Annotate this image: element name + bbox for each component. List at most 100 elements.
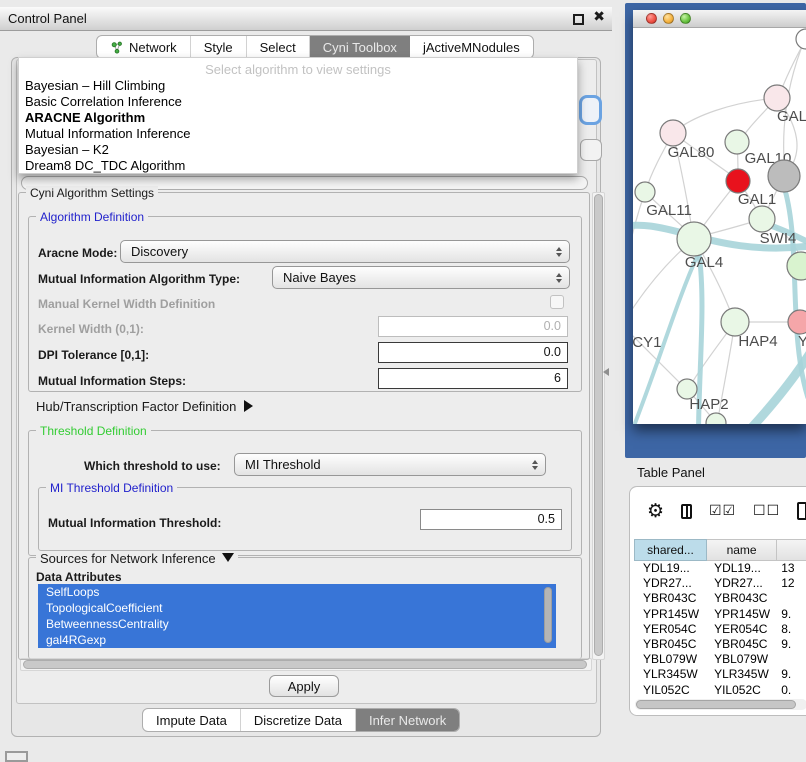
column-header[interactable]: name	[707, 539, 777, 561]
mi-type-label: Mutual Information Algorithm Type:	[38, 272, 240, 286]
network-window-titlebar[interactable]	[633, 10, 806, 28]
algorithm-option[interactable]: Bayesian – Hill Climbing	[19, 78, 577, 94]
attribute-list-item[interactable]: TopologicalCoefficient	[38, 600, 556, 616]
zoom-traffic-light-icon[interactable]	[680, 13, 691, 24]
vscroll-thumb[interactable]	[594, 194, 603, 656]
table-row[interactable]: YBL079WYBL079W	[634, 652, 806, 667]
algorithm-option[interactable]: Dream8 DC_TDC Algorithm	[19, 158, 577, 174]
table-cell: YBR043C	[634, 591, 707, 606]
node-swi4[interactable]	[787, 252, 806, 280]
deselect-all-checkboxes-icon[interactable]: ☐☐	[753, 503, 780, 519]
expand-right-icon	[244, 400, 253, 412]
node-swi4-label: SWI4	[760, 230, 797, 247]
network-edge[interactable]	[633, 192, 645, 322]
attribute-list-item[interactable]: BetweennessCentrality	[38, 616, 556, 632]
node-hap2-label: HAP2	[689, 396, 728, 413]
table-cell: YIL052C	[634, 683, 707, 698]
tab-style[interactable]: Style	[191, 36, 247, 58]
table-panel: ⚙ ☑☑ ☐☐ shared...name YDL19...YDL19...13…	[629, 486, 806, 716]
float-window-icon[interactable]	[573, 14, 584, 25]
node-gray[interactable]	[768, 160, 800, 192]
tab-network[interactable]: Network	[97, 36, 191, 58]
table-cell: YBL079W	[707, 652, 777, 667]
column-layout-icon[interactable]	[681, 504, 692, 519]
manual-kernel-label: Manual Kernel Width Definition	[38, 297, 215, 311]
collapsed-panel-box[interactable]	[5, 751, 28, 762]
table-cell: 9.	[777, 607, 806, 622]
algorithm-option[interactable]: ARACNE Algorithm	[19, 110, 577, 126]
threshold-definition-title: Threshold Definition	[36, 424, 151, 438]
hub-tf-definition-toggle[interactable]: Hub/Transcription Factor Definition	[36, 399, 253, 414]
network-edge-highlighted[interactable]	[744, 350, 806, 424]
settings-gear-icon[interactable]: ⚙	[647, 500, 664, 522]
table-row[interactable]: YDL19...YDL19...13	[634, 561, 806, 576]
node-gal11[interactable]	[635, 182, 655, 202]
table-row[interactable]: YDR27...YDR27...12	[634, 576, 806, 591]
dpi-tolerance-label: DPI Tolerance [0,1]:	[38, 348, 149, 362]
attributes-list-scrollbar[interactable]	[544, 587, 552, 643]
node-gal80[interactable]	[660, 120, 686, 146]
select-all-checkboxes-icon[interactable]: ☑☑	[709, 503, 736, 519]
table-row[interactable]: YLR345WYLR345W9.	[634, 667, 806, 682]
algorithm-option[interactable]: Basic Correlation Inference	[19, 94, 577, 110]
table-row[interactable]: YPR145WYPR145W9.	[634, 607, 806, 622]
table-cell: YLR345W	[634, 667, 707, 682]
network-canvas[interactable]: GALGAL80GAL10GAL11GAL1SWI4GAL4GCY1HAP4YH…	[633, 28, 806, 424]
attribute-list-item[interactable]: SelfLoops	[38, 584, 556, 600]
table-cell: 12	[777, 576, 806, 591]
hscroll-thumb[interactable]	[23, 660, 587, 669]
table-row[interactable]: YBR045CYBR045C9.	[634, 637, 806, 652]
table-cell: 8.	[777, 622, 806, 637]
attribute-list-item[interactable]: gal4RGexp	[38, 632, 556, 648]
table-hscroll-thumb[interactable]	[636, 700, 796, 709]
apply-button[interactable]: Apply	[269, 675, 339, 697]
minimize-traffic-light-icon[interactable]	[663, 13, 674, 24]
kernel-width-field: 0.0	[378, 316, 568, 337]
table-cell: 13	[777, 561, 806, 576]
table-cell: YBL079W	[634, 652, 707, 667]
manual-kernel-checkbox[interactable]	[550, 295, 564, 309]
tab-cyni-toolbox[interactable]: Cyni Toolbox	[310, 36, 410, 58]
kernel-width-label: Kernel Width (0,1):	[38, 322, 144, 336]
table-panel-title: Table Panel	[637, 465, 705, 480]
algorithm-definition-title: Algorithm Definition	[36, 210, 148, 224]
settings-vertical-scrollbar[interactable]	[592, 192, 605, 660]
sources-toggle[interactable]: Sources for Network Inference	[36, 551, 238, 566]
table-horizontal-scrollbar[interactable]	[635, 699, 806, 710]
which-threshold-combo[interactable]: MI Threshold	[234, 453, 546, 476]
algorithm-dropdown-placeholder: Select algorithm to view settings	[19, 58, 577, 78]
tab-impute-data[interactable]: Impute Data	[143, 709, 241, 731]
document-icon[interactable]	[797, 502, 806, 520]
algorithm-option[interactable]: Mutual Information Inference	[19, 126, 577, 142]
column-header[interactable]: shared...	[634, 539, 707, 561]
mi-threshold-field[interactable]: 0.5	[420, 509, 562, 530]
data-attributes-list[interactable]: SelfLoopsTopologicalCoefficientBetweenne…	[38, 584, 556, 654]
dpi-tolerance-field[interactable]: 0.0	[378, 342, 568, 363]
node-gal4[interactable]	[677, 222, 711, 256]
node-hap4[interactable]	[721, 308, 749, 336]
tab-jactivemnodules[interactable]: jActiveMNodules	[410, 36, 533, 58]
aracne-mode-combo[interactable]: Discovery	[120, 240, 570, 263]
close-traffic-light-icon[interactable]	[646, 13, 657, 24]
close-window-icon[interactable]: ✖	[593, 9, 605, 25]
collapse-down-icon	[222, 553, 234, 562]
algorithm-dropdown: Select algorithm to view settings Bayesi…	[18, 57, 578, 174]
table-row[interactable]: YER054CYER054C8.	[634, 622, 806, 637]
table-cell: YDR27...	[707, 576, 777, 591]
mi-steps-field[interactable]: 6	[378, 368, 568, 389]
node-gal1[interactable]	[749, 206, 775, 232]
table-row[interactable]: YIL052CYIL052C0.	[634, 683, 806, 698]
algorithm-option[interactable]: Bayesian – K2	[19, 142, 577, 158]
column-header[interactable]	[777, 539, 806, 561]
table-row[interactable]: YBR043CYBR043C	[634, 591, 806, 606]
tab-infer-network[interactable]: Infer Network	[356, 709, 459, 731]
tab-select[interactable]: Select	[247, 36, 310, 58]
node-red[interactable]	[726, 169, 750, 193]
tab-discretize-data[interactable]: Discretize Data	[241, 709, 356, 731]
mi-type-combo[interactable]: Naive Bayes	[272, 266, 570, 289]
node-y-partial[interactable]	[788, 310, 806, 334]
splitter-collapse-arrow[interactable]	[603, 368, 609, 376]
data-attributes-label: Data Attributes	[36, 570, 122, 584]
table-cell	[777, 591, 806, 606]
node-top-partial[interactable]	[796, 29, 806, 49]
